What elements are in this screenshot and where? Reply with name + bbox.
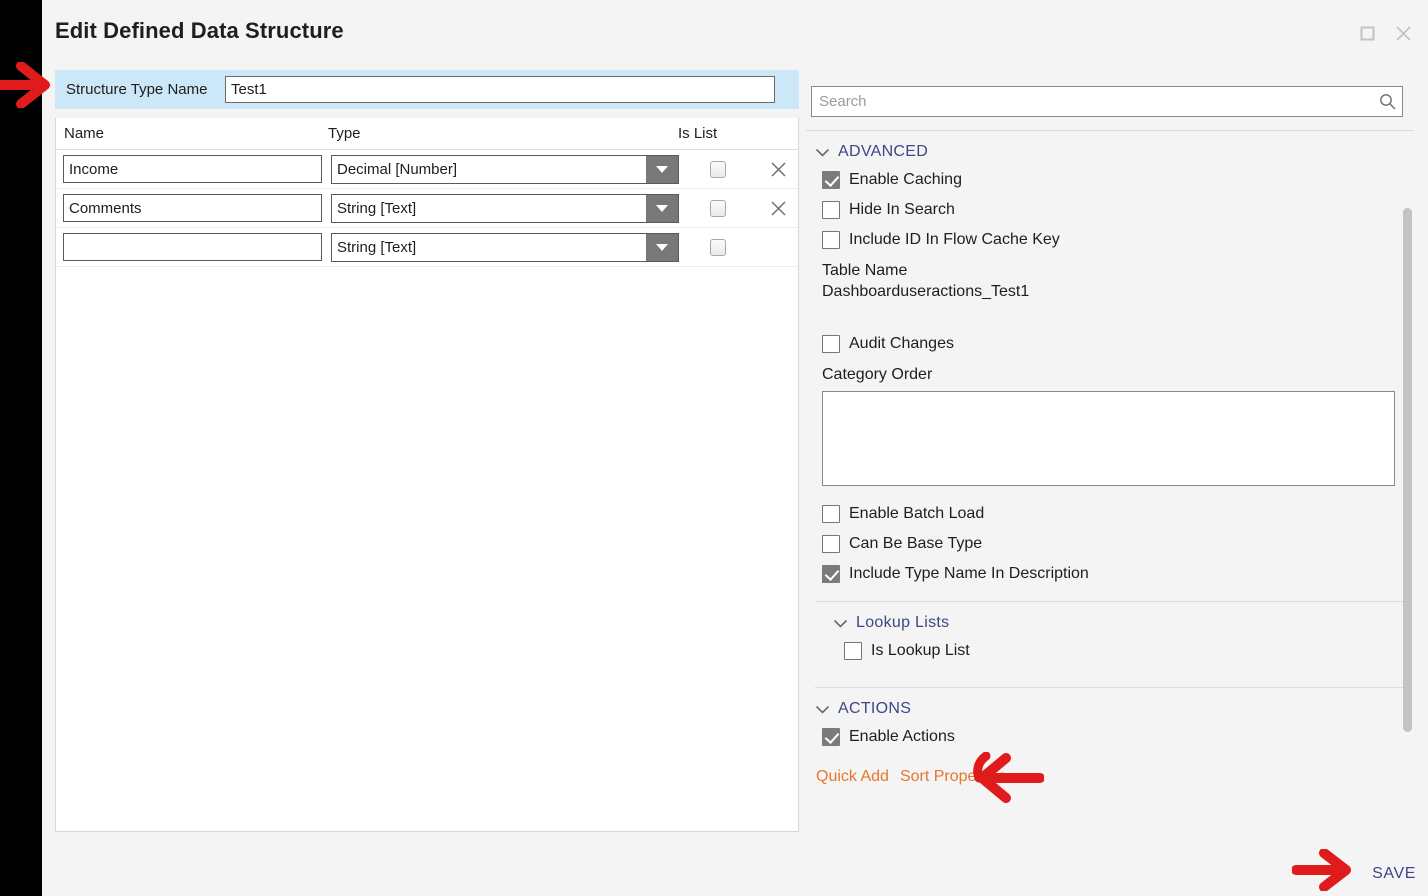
cell-type: String [Text]: [328, 193, 679, 223]
properties-scroll-area: ADVANCED Enable Caching Hide In Search I…: [806, 130, 1414, 896]
row-is-list-checkbox[interactable]: [710, 199, 726, 217]
maximize-button[interactable]: [1356, 22, 1378, 44]
scrollbar-thumb[interactable]: [1403, 208, 1412, 732]
row-type-dropdown[interactable]: Decimal [Number]: [331, 154, 679, 184]
sort-properties-link[interactable]: Sort Properties: [900, 768, 1007, 786]
include-id-in-flow-cache-key-checkbox[interactable]: [822, 231, 840, 249]
enable-caching-checkbox[interactable]: [822, 171, 840, 189]
left-black-gutter: [0, 0, 42, 896]
section-advanced[interactable]: ADVANCED: [806, 131, 1414, 165]
can-be-base-type-label: Can Be Base Type: [849, 535, 983, 552]
table-name-label: Table Name: [822, 262, 908, 279]
checkbox-row-include-id-in-flow-cache-key[interactable]: Include ID In Flow Cache Key: [806, 225, 1414, 255]
is-lookup-list-checkbox[interactable]: [844, 642, 862, 660]
audit-changes-checkbox[interactable]: [822, 335, 840, 353]
section-actions-label: ACTIONS: [838, 700, 912, 717]
enable-caching-label: Enable Caching: [849, 171, 962, 188]
checkbox-row-enable-batch-load[interactable]: Enable Batch Load: [806, 491, 1414, 529]
cell-type: String [Text]: [328, 232, 679, 262]
enable-actions-checkbox[interactable]: [822, 728, 840, 746]
chevron-down-icon[interactable]: [646, 233, 678, 261]
window-controls: [1356, 22, 1414, 44]
include-id-in-flow-cache-key-label: Include ID In Flow Cache Key: [849, 231, 1060, 248]
action-links: Quick Add Sort Properties: [806, 752, 1414, 786]
properties-grid: Name Type Is List Decimal [Number]: [55, 118, 799, 832]
row-name-input[interactable]: [63, 233, 322, 261]
structure-type-name-input[interactable]: [225, 76, 775, 103]
row-type-dropdown[interactable]: String [Text]: [331, 193, 679, 223]
chevron-down-icon: [815, 705, 830, 714]
chevron-down-icon: [833, 619, 848, 628]
search-box[interactable]: [811, 86, 1403, 117]
section-actions[interactable]: ACTIONS: [806, 688, 1414, 722]
row-is-list-checkbox[interactable]: [710, 238, 726, 256]
section-advanced-label: ADVANCED: [838, 143, 929, 160]
table-row: String [Text]: [56, 189, 798, 228]
screen: Edit Defined Data Structure Structure Ty…: [0, 0, 1428, 896]
search-icon[interactable]: [1372, 93, 1402, 110]
table-row: String [Text]: [56, 228, 798, 267]
include-type-name-in-description-checkbox[interactable]: [822, 565, 840, 583]
row-type-value: Decimal [Number]: [337, 160, 458, 178]
grid-header-row: Name Type Is List: [56, 118, 798, 150]
cell-is-list: [678, 199, 758, 217]
row-name-input[interactable]: [63, 155, 322, 183]
row-type-value: String [Text]: [337, 238, 417, 256]
can-be-base-type-checkbox[interactable]: [822, 535, 840, 553]
edit-defined-data-structure-dialog: Edit Defined Data Structure Structure Ty…: [42, 0, 1428, 896]
chevron-down-icon: [815, 148, 830, 157]
section-lookup-lists-label: Lookup Lists: [856, 614, 950, 631]
properties-pane: ADVANCED Enable Caching Hide In Search I…: [806, 70, 1414, 896]
row-type-dropdown[interactable]: String [Text]: [331, 232, 679, 262]
enable-actions-label: Enable Actions: [849, 728, 955, 745]
checkbox-row-hide-in-search[interactable]: Hide In Search: [806, 195, 1414, 225]
structure-editor-pane: Structure Type Name Name Type Is List: [55, 70, 799, 832]
cell-name: [56, 194, 328, 222]
category-order-textarea[interactable]: [822, 391, 1395, 486]
audit-changes-label: Audit Changes: [849, 335, 954, 352]
column-header-type: Type: [328, 125, 361, 142]
checkbox-row-enable-actions[interactable]: Enable Actions: [806, 722, 1414, 752]
page-title: Edit Defined Data Structure: [55, 18, 344, 43]
hide-in-search-label: Hide In Search: [849, 201, 955, 218]
checkbox-row-include-type-name-in-description[interactable]: Include Type Name In Description: [806, 559, 1414, 589]
checkbox-row-enable-caching[interactable]: Enable Caching: [806, 165, 1414, 195]
structure-type-name-label: Structure Type Name: [66, 81, 208, 98]
cell-is-list: [678, 160, 758, 178]
checkbox-row-is-lookup-list[interactable]: Is Lookup List: [806, 636, 1414, 666]
row-type-value: String [Text]: [337, 199, 417, 217]
row-is-list-checkbox[interactable]: [710, 160, 726, 178]
table-row: Decimal [Number]: [56, 150, 798, 189]
chevron-down-icon[interactable]: [646, 155, 678, 183]
properties-scrollbar[interactable]: [1402, 200, 1412, 896]
column-header-name: Name: [64, 125, 105, 142]
search-input[interactable]: [812, 88, 1372, 115]
row-name-input[interactable]: [63, 194, 322, 222]
include-type-name-in-description-label: Include Type Name In Description: [849, 565, 1089, 582]
table-name-value: Dashboarduseractions_Test1: [822, 283, 1030, 300]
close-icon[interactable]: [1392, 22, 1414, 44]
cell-type: Decimal [Number]: [328, 154, 679, 184]
enable-batch-load-label: Enable Batch Load: [849, 505, 985, 522]
section-lookup-lists[interactable]: Lookup Lists: [806, 602, 1414, 636]
checkbox-row-audit-changes[interactable]: Audit Changes: [806, 329, 1414, 359]
structure-type-name-row: Structure Type Name: [55, 70, 799, 109]
row-delete-button[interactable]: [758, 200, 798, 217]
save-button[interactable]: SAVE: [1372, 865, 1416, 883]
column-header-is-list: Is List: [678, 125, 718, 142]
quick-add-link[interactable]: Quick Add: [816, 768, 889, 786]
category-order-label: Category Order: [822, 366, 933, 383]
chevron-down-icon[interactable]: [646, 194, 678, 222]
cell-name: [56, 233, 328, 261]
cell-name: [56, 155, 328, 183]
row-delete-button[interactable]: [758, 161, 798, 178]
checkbox-row-can-be-base-type[interactable]: Can Be Base Type: [806, 529, 1414, 559]
hide-in-search-checkbox[interactable]: [822, 201, 840, 219]
enable-batch-load-checkbox[interactable]: [822, 505, 840, 523]
is-lookup-list-label: Is Lookup List: [871, 642, 970, 659]
cell-is-list: [678, 238, 758, 256]
